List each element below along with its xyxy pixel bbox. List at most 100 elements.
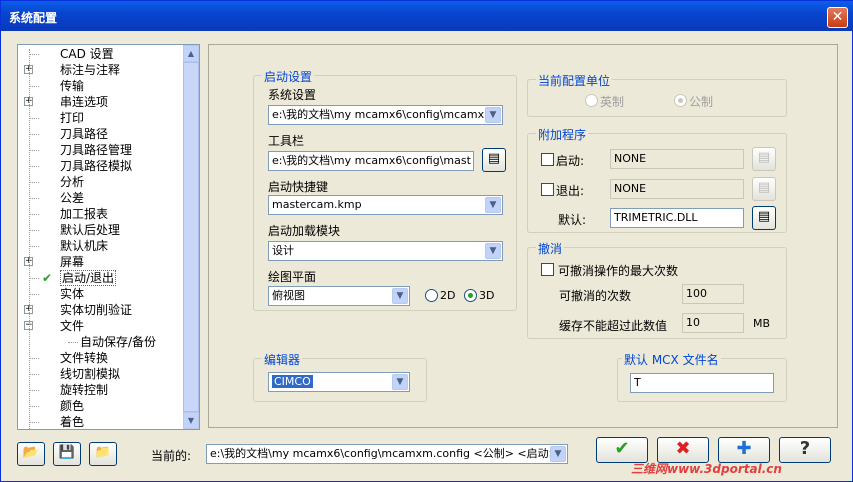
tree-item[interactable]: 加工报表 xyxy=(60,206,108,222)
editor-group-label: 编辑器 xyxy=(262,351,303,368)
shortcut-combo[interactable]: mastercam.kmp ▼ xyxy=(268,195,503,215)
max-undo-checkbox[interactable] xyxy=(541,263,554,276)
units-group: 当前配置单位 英制 公制 xyxy=(527,72,787,117)
tree-item[interactable]: 启动/退出 xyxy=(60,270,117,286)
tree-connector xyxy=(29,166,39,167)
tree-item[interactable]: 屏幕 xyxy=(60,254,84,270)
floppy-disk-icon: 💾 xyxy=(58,445,76,460)
tree-item[interactable]: 刀具路径管理 xyxy=(60,142,132,158)
scroll-up-icon[interactable]: ▲ xyxy=(183,45,199,62)
undo-count-label: 可撤消的次数 xyxy=(559,289,632,303)
current-config-label: 当前的: xyxy=(151,449,192,463)
window-title: 系统配置 xyxy=(9,11,58,25)
startup-group: 启动设置 系统设置 e:\我的文档\my mcamx6\config\mcamx… xyxy=(253,68,517,311)
tree-connector xyxy=(29,49,30,429)
startup-addon-checkbox[interactable] xyxy=(541,153,554,166)
module-label: 启动加载模块 xyxy=(268,224,341,238)
scroll-down-icon[interactable]: ▼ xyxy=(183,412,199,429)
addons-group-label: 附加程序 xyxy=(536,126,589,143)
editor-combo[interactable]: CIMCO ▼ xyxy=(268,372,410,392)
shortcut-value: mastercam.kmp xyxy=(272,198,362,211)
notebook-icon: ▤ xyxy=(757,150,771,165)
tree-item[interactable]: 默认后处理 xyxy=(60,222,120,238)
tree-item[interactable]: 打印 xyxy=(60,110,84,126)
chevron-down-icon[interactable]: ▼ xyxy=(392,374,408,390)
folder-open-icon: 📂 xyxy=(22,445,40,460)
notebook-icon: ▤ xyxy=(757,209,771,224)
scroll-thumb[interactable] xyxy=(183,62,199,412)
radio-3d-label: 3D xyxy=(479,289,495,302)
watermark: 三维网www.3dportal.cn xyxy=(631,462,782,476)
mcx-field[interactable]: T xyxy=(630,373,774,393)
radio-english-label: 英制 xyxy=(600,95,625,109)
units-group-label: 当前配置单位 xyxy=(536,72,613,89)
tree-item[interactable]: 着色 xyxy=(60,414,84,429)
tree-item[interactable]: 默认机床 xyxy=(60,238,108,254)
default-addon-field[interactable]: TRIMETRIC.DLL xyxy=(610,208,744,228)
shortcut-label: 启动快捷键 xyxy=(268,180,329,194)
close-button[interactable]: ✕ xyxy=(827,7,848,28)
checkmark-icon: ✔ xyxy=(614,438,630,459)
tree-item[interactable]: CAD 设置 xyxy=(60,46,114,62)
toolbar-field[interactable]: e:\我的文档\my mcamx6\config\mast xyxy=(268,151,474,171)
default-addon-label: 默认: xyxy=(558,213,587,227)
tree-item[interactable]: 标注与注释 xyxy=(60,62,120,78)
tree-item[interactable]: 颜色 xyxy=(60,398,84,414)
radio-3d[interactable] xyxy=(464,289,477,302)
plane-value: 俯视图 xyxy=(272,289,305,302)
save-config-button[interactable]: 💾 xyxy=(53,442,81,466)
tree-item[interactable]: 旋转控制 xyxy=(60,382,108,398)
tree-connector xyxy=(29,390,39,391)
tree-item[interactable]: 分析 xyxy=(60,174,84,190)
tree-item[interactable]: 自动保存/备份 xyxy=(80,334,156,350)
tree-item[interactable]: 文件转换 xyxy=(60,350,108,366)
radio-2d-label: 2D xyxy=(440,289,456,302)
tree-connector xyxy=(29,54,39,55)
radio-metric[interactable] xyxy=(674,94,687,107)
notebook-icon: ▤ xyxy=(487,151,501,166)
chevron-down-icon[interactable]: ▼ xyxy=(550,446,566,462)
help-button[interactable]: ? xyxy=(779,437,831,463)
close-icon: ✕ xyxy=(831,9,844,25)
module-combo[interactable]: 设计 ▼ xyxy=(268,241,503,261)
tree-connector xyxy=(29,230,39,231)
chevron-down-icon[interactable]: ▼ xyxy=(392,288,408,304)
tree-item[interactable]: 实体切削验证 xyxy=(60,302,132,318)
tree-item[interactable]: 公差 xyxy=(60,190,84,206)
chevron-down-icon[interactable]: ▼ xyxy=(485,197,501,213)
toolbar-browse-button[interactable]: ▤ xyxy=(482,148,506,172)
tree-item[interactable]: 串连选项 xyxy=(60,94,108,110)
current-config-combo[interactable]: e:\我的文档\my mcamx6\config\mcamxm.config <… xyxy=(206,444,568,464)
tree-item[interactable]: 刀具路径模拟 xyxy=(60,158,132,174)
exit-addon-browse-button[interactable]: ▤ xyxy=(752,177,776,201)
undo-group: 撤消 可撤消操作的最大次数 可撤消的次数 100 缓存不能超过此数值 10 MB xyxy=(527,240,787,339)
tree-item[interactable]: 线切割模拟 xyxy=(60,366,120,382)
tree-scrollbar[interactable]: ▲ ▼ xyxy=(183,45,199,429)
tree-connector xyxy=(29,374,39,375)
tree-connector xyxy=(29,246,39,247)
system-settings-combo[interactable]: e:\我的文档\my mcamx6\config\mcamxm ▼ xyxy=(268,105,503,125)
tree-item[interactable]: 刀具路径 xyxy=(60,126,108,142)
radio-english[interactable] xyxy=(585,94,598,107)
chevron-down-icon[interactable]: ▼ xyxy=(485,243,501,259)
tree-connector xyxy=(29,118,39,119)
checkmark-icon: ✔ xyxy=(42,271,53,285)
startup-addon-browse-button[interactable]: ▤ xyxy=(752,147,776,171)
config-window: 系统配置 ✕ ▲ ▼ CAD 设置 + 标注与注释 传输 + 串连选项 打印 刀具路径 刀具路径… xyxy=(0,0,853,482)
plane-combo[interactable]: 俯视图 ▼ xyxy=(268,286,410,306)
tree-item[interactable]: 实体 xyxy=(60,286,84,302)
undo-count-value: 100 xyxy=(686,287,707,300)
tree-item[interactable]: 传输 xyxy=(60,78,84,94)
default-addon-browse-button[interactable]: ▤ xyxy=(752,206,776,230)
merge-config-button[interactable]: 📁 xyxy=(89,442,117,466)
chevron-down-icon[interactable]: ▼ xyxy=(485,107,501,123)
tree-connector xyxy=(29,198,39,199)
mcx-group-label: 默认 MCX 文件名 xyxy=(622,351,721,368)
open-config-button[interactable]: 📂 xyxy=(17,442,45,466)
exit-addon-checkbox[interactable] xyxy=(541,183,554,196)
cache-unit: MB xyxy=(753,317,771,330)
radio-2d[interactable] xyxy=(425,289,438,302)
tree-item[interactable]: 文件 xyxy=(60,318,84,334)
category-tree[interactable]: ▲ ▼ CAD 设置 + 标注与注释 传输 + 串连选项 打印 刀具路径 刀具路径管理 刀具路径模… xyxy=(17,44,200,430)
startup-addon-label: 启动: xyxy=(556,154,585,168)
